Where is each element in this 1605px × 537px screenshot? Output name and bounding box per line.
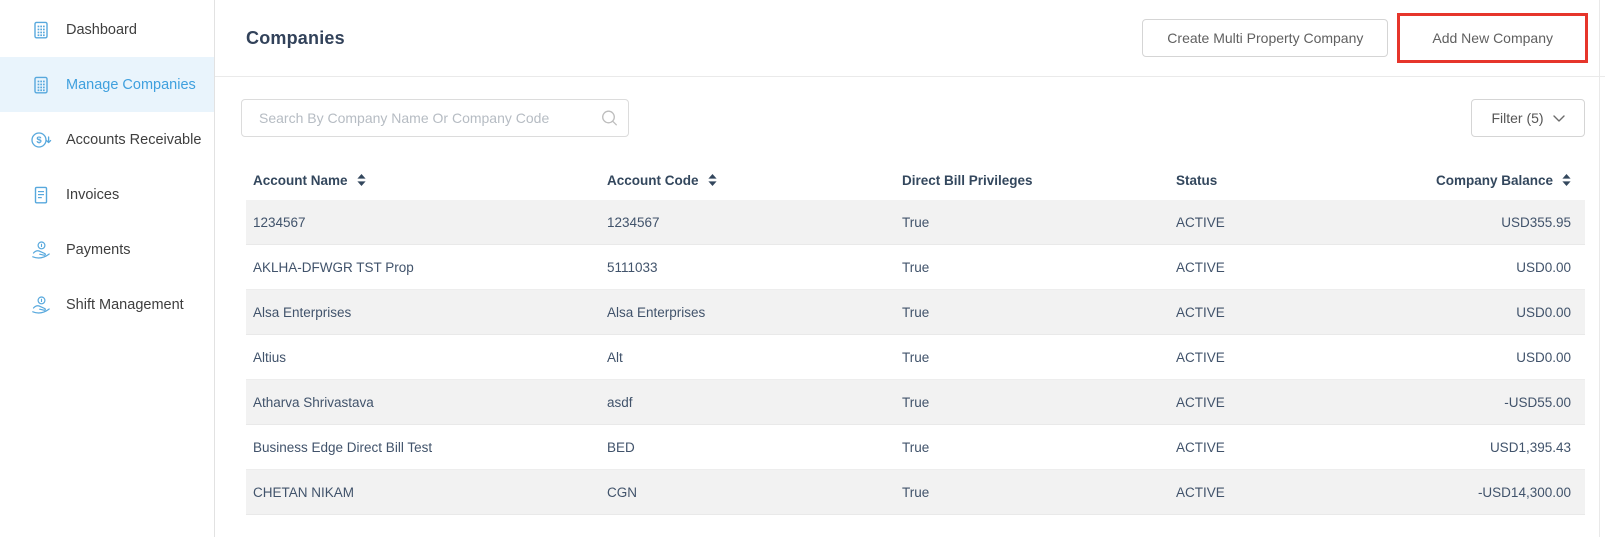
cell-direct-bill: True xyxy=(902,350,1176,365)
cell-balance: USD355.95 xyxy=(1405,215,1585,230)
hand-coin-icon xyxy=(30,240,52,260)
cell-status: ACTIVE xyxy=(1176,395,1405,410)
sidebar-item-label: Invoices xyxy=(66,187,119,203)
sidebar-item-label: Manage Companies xyxy=(66,77,196,93)
sidebar-item-label: Dashboard xyxy=(66,22,137,38)
add-new-company-button[interactable]: Add New Company xyxy=(1403,19,1582,57)
cell-balance: -USD55.00 xyxy=(1405,395,1585,410)
sidebar-item-dashboard[interactable]: Dashboard xyxy=(0,2,214,57)
cell-status: ACTIVE xyxy=(1176,350,1405,365)
column-header-label: Company Balance xyxy=(1436,173,1553,188)
cell-account-code: CGN xyxy=(607,485,902,500)
sidebar-item-shift-management[interactable]: Shift Management xyxy=(0,277,214,332)
cell-account-name: 1234567 xyxy=(253,215,607,230)
table-row[interactable]: Altius Alt True ACTIVE USD0.00 xyxy=(246,335,1585,380)
column-header-label: Direct Bill Privileges xyxy=(902,173,1033,188)
page-title: Companies xyxy=(246,28,345,49)
building-icon xyxy=(30,20,52,40)
cell-account-code: Alt xyxy=(607,350,902,365)
sort-icon[interactable] xyxy=(708,174,717,186)
table-body: 1234567 1234567 True ACTIVE USD355.95 AK… xyxy=(246,200,1585,515)
column-header-label: Status xyxy=(1176,173,1217,188)
cell-balance: USD0.00 xyxy=(1405,350,1585,365)
filter-button[interactable]: Filter (5) xyxy=(1471,99,1585,137)
cell-status: ACTIVE xyxy=(1176,260,1405,275)
cell-direct-bill: True xyxy=(902,260,1176,275)
table-row[interactable]: Atharva Shrivastava asdf True ACTIVE -US… xyxy=(246,380,1585,425)
sidebar-item-label: Shift Management xyxy=(66,297,184,313)
column-header-label: Account Code xyxy=(607,173,699,188)
column-header-account-name[interactable]: Account Name xyxy=(253,173,607,188)
cell-account-name: AKLHA-DFWGR TST Prop xyxy=(253,260,607,275)
create-multi-property-company-button[interactable]: Create Multi Property Company xyxy=(1142,19,1388,57)
column-header-label: Account Name xyxy=(253,173,348,188)
sidebar-item-invoices[interactable]: Invoices xyxy=(0,167,214,222)
sort-icon[interactable] xyxy=(1562,174,1571,186)
cell-status: ACTIVE xyxy=(1176,485,1405,500)
column-header-account-code[interactable]: Account Code xyxy=(607,173,902,188)
sidebar-item-label: Payments xyxy=(66,242,130,258)
cell-account-code: Alsa Enterprises xyxy=(607,305,902,320)
filter-label: Filter (5) xyxy=(1491,110,1543,126)
cell-account-code: asdf xyxy=(607,395,902,410)
cell-direct-bill: True xyxy=(902,440,1176,455)
svg-text:$: $ xyxy=(36,135,42,146)
page-header: Companies Create Multi Property Company … xyxy=(215,0,1605,77)
cell-direct-bill: True xyxy=(902,395,1176,410)
search-icon xyxy=(601,110,618,127)
page-edge-divider xyxy=(1599,0,1600,537)
cell-direct-bill: True xyxy=(902,485,1176,500)
cell-account-name: Altius xyxy=(253,350,607,365)
companies-page: Dashboard Manage Companies $ Accounts Re… xyxy=(0,0,1605,537)
cell-status: ACTIVE xyxy=(1176,305,1405,320)
hand-coin-icon xyxy=(30,295,52,315)
cell-status: ACTIVE xyxy=(1176,440,1405,455)
table-row[interactable]: CHETAN NIKAM CGN True ACTIVE -USD14,300.… xyxy=(246,470,1585,515)
search-input[interactable] xyxy=(241,99,629,137)
table-row[interactable]: Alsa Enterprises Alsa Enterprises True A… xyxy=(246,290,1585,335)
chevron-down-icon xyxy=(1553,115,1565,122)
cell-account-name: Business Edge Direct Bill Test xyxy=(253,440,607,455)
toolbar: Filter (5) xyxy=(241,99,1585,137)
sidebar-item-label: Accounts Receivable xyxy=(66,132,201,148)
cell-direct-bill: True xyxy=(902,305,1176,320)
sidebar-item-payments[interactable]: Payments xyxy=(0,222,214,277)
search-wrap xyxy=(241,99,629,137)
column-header-company-balance[interactable]: Company Balance xyxy=(1405,173,1585,188)
cell-account-code: 1234567 xyxy=(607,215,902,230)
header-buttons: Create Multi Property Company Add New Co… xyxy=(1142,13,1588,63)
cell-balance: USD0.00 xyxy=(1405,260,1585,275)
main-content: Companies Create Multi Property Company … xyxy=(215,0,1605,537)
cell-status: ACTIVE xyxy=(1176,215,1405,230)
highlight-box: Add New Company xyxy=(1397,13,1588,63)
column-header-status: Status xyxy=(1176,173,1405,188)
table-row[interactable]: Business Edge Direct Bill Test BED True … xyxy=(246,425,1585,470)
cell-account-name: Alsa Enterprises xyxy=(253,305,607,320)
invoice-icon xyxy=(30,185,52,205)
column-header-direct-bill-privileges: Direct Bill Privileges xyxy=(902,173,1176,188)
cell-account-code: BED xyxy=(607,440,902,455)
table-row[interactable]: AKLHA-DFWGR TST Prop 5111033 True ACTIVE… xyxy=(246,245,1585,290)
table-row[interactable]: 1234567 1234567 True ACTIVE USD355.95 xyxy=(246,200,1585,245)
cell-account-code: 5111033 xyxy=(607,260,902,275)
companies-table: Account Name Account Code Direct Bill Pr… xyxy=(246,160,1585,515)
dollar-circle-icon: $ xyxy=(30,130,52,150)
table-header-row: Account Name Account Code Direct Bill Pr… xyxy=(246,160,1585,200)
cell-account-name: CHETAN NIKAM xyxy=(253,485,607,500)
sidebar-item-accounts-receivable[interactable]: $ Accounts Receivable xyxy=(0,112,214,167)
cell-account-name: Atharva Shrivastava xyxy=(253,395,607,410)
building-icon xyxy=(30,75,52,95)
cell-direct-bill: True xyxy=(902,215,1176,230)
sort-icon[interactable] xyxy=(357,174,366,186)
cell-balance: USD1,395.43 xyxy=(1405,440,1585,455)
cell-balance: -USD14,300.00 xyxy=(1405,485,1585,500)
cell-balance: USD0.00 xyxy=(1405,305,1585,320)
sidebar: Dashboard Manage Companies $ Accounts Re… xyxy=(0,0,215,537)
sidebar-item-manage-companies[interactable]: Manage Companies xyxy=(0,57,214,112)
